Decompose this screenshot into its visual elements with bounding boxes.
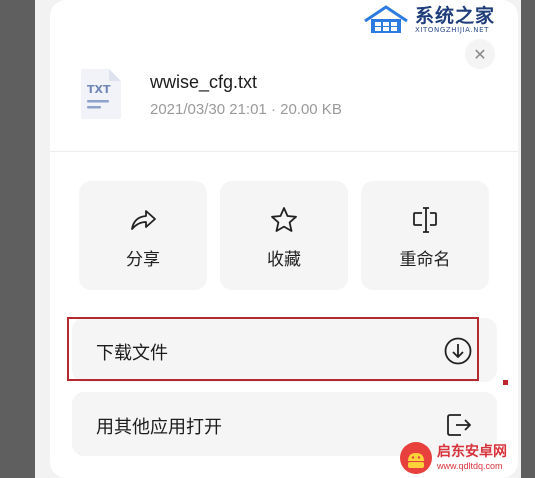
open-with-icon: [447, 414, 471, 436]
open-with-label: 用其他应用打开: [96, 417, 222, 438]
android-logo-icon: [400, 441, 432, 474]
house-logo-icon: [364, 5, 408, 33]
close-button[interactable]: ✕: [465, 39, 495, 69]
star-icon: [271, 207, 297, 232]
backdrop-left: [0, 0, 35, 478]
backdrop-right: [521, 0, 535, 478]
file-type-label: TXT: [87, 83, 111, 96]
share-icon: [131, 210, 156, 230]
close-icon: ✕: [473, 44, 487, 64]
rename-button[interactable]: 重命名: [361, 181, 489, 290]
txt-file-icon: TXT: [81, 69, 121, 119]
watermark2-title: 启东安卓网: [437, 443, 507, 460]
marker-dot: [503, 380, 508, 385]
watermark-subtitle: XITONGZHIJIA.NET: [415, 25, 489, 34]
favorite-button[interactable]: 收藏: [220, 181, 348, 290]
file-meta: 2021/03/30 21:01 · 20.00 KB: [150, 101, 342, 118]
watermark-xitongzhijia: 系统之家 XITONGZHIJIA.NET: [363, 0, 523, 40]
file-name: wwise_cfg.txt: [150, 72, 258, 92]
divider: [50, 151, 518, 152]
share-button[interactable]: 分享: [79, 181, 207, 290]
rename-icon: [413, 207, 437, 233]
favorite-label: 收藏: [267, 250, 301, 270]
watermark-qidong: 启东安卓网 www.qdltdq.com: [399, 437, 535, 478]
share-label: 分享: [126, 250, 160, 270]
rename-label: 重命名: [399, 250, 451, 270]
highlight-box: [67, 317, 479, 381]
watermark2-url: www.qdltdq.com: [437, 460, 503, 471]
watermark-title: 系统之家: [415, 4, 496, 27]
